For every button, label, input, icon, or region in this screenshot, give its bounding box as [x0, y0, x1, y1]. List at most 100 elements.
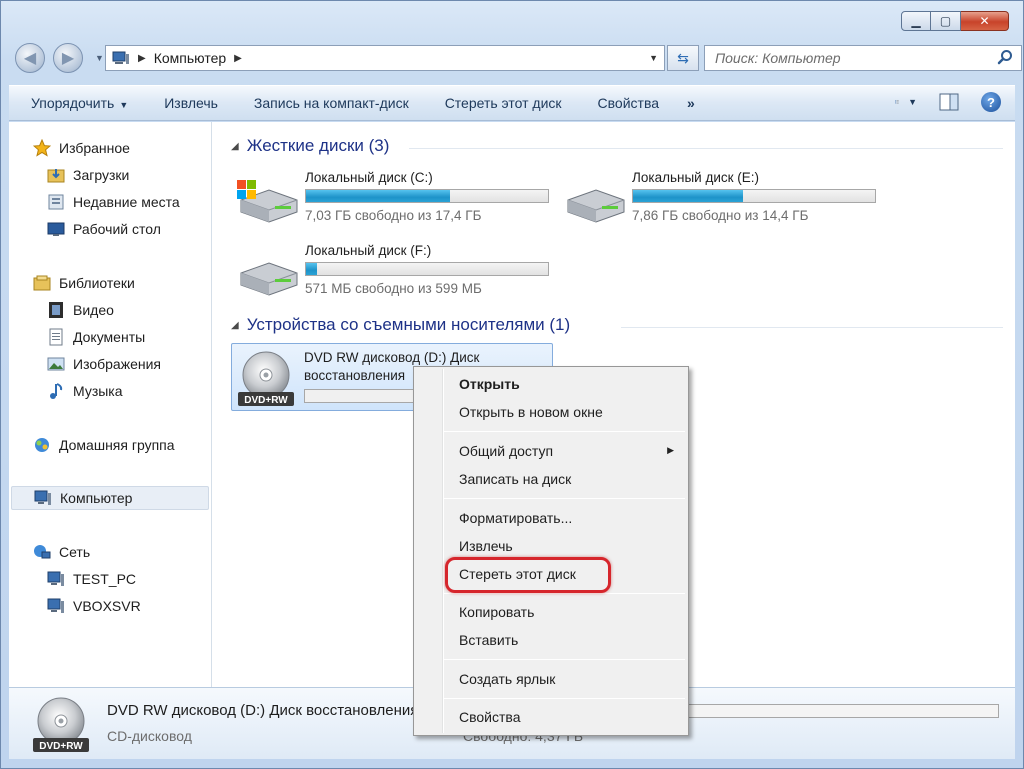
- sidebar-item-images[interactable]: Изображения: [47, 352, 161, 376]
- sidebar-item-test-pc[interactable]: TEST_PC: [47, 567, 136, 591]
- sidebar-item-network[interactable]: Сеть: [33, 540, 90, 564]
- music-icon: [50, 383, 63, 399]
- sidebar-item-desktop[interactable]: Рабочий стол: [47, 217, 161, 241]
- computer-icon: [47, 598, 64, 613]
- burn-cd-button[interactable]: Запись на компакт-диск: [236, 95, 427, 111]
- menu-item-open-new-window[interactable]: Открыть в новом окне: [459, 401, 603, 423]
- star-icon: [33, 139, 51, 157]
- details-title: DVD RW дисковод (D:) Диск восстановления: [107, 702, 419, 719]
- recent-places-icon: [48, 194, 64, 210]
- close-icon: ✕: [979, 14, 990, 28]
- menu-item-paste[interactable]: Вставить: [459, 629, 518, 651]
- sidebar-item-computer[interactable]: Компьютер: [11, 486, 209, 510]
- minimize-button[interactable]: ▁: [901, 11, 931, 31]
- menu-item-eject[interactable]: Извлечь: [459, 535, 513, 557]
- sidebar-item-video[interactable]: Видео: [47, 298, 114, 322]
- sidebar-item-homegroup[interactable]: Домашняя группа: [33, 433, 175, 457]
- properties-button[interactable]: Свойства: [580, 95, 677, 111]
- menu-item-copy[interactable]: Копировать: [459, 601, 534, 623]
- drive-usage-bar: [305, 262, 549, 276]
- search-input[interactable]: [715, 50, 985, 66]
- address-bar[interactable]: ▶ Компьютер ▶ ▼: [105, 45, 665, 71]
- sidebar-label: TEST_PC: [73, 571, 137, 587]
- downloads-folder-icon: [47, 169, 65, 183]
- menu-separator: [444, 431, 685, 432]
- menu-item-open[interactable]: Открыть: [459, 373, 520, 395]
- back-arrow-icon: ◀: [23, 50, 37, 67]
- group-divider: [621, 327, 1003, 328]
- collapse-triangle-icon[interactable]: ◢: [231, 320, 239, 331]
- close-button[interactable]: ✕: [961, 11, 1009, 31]
- sidebar-label: Музыка: [73, 383, 123, 399]
- drive-tile-e[interactable]: Локальный диск (E:) 7,86 ГБ свободно из …: [562, 170, 882, 230]
- menu-item-burn-to-disc[interactable]: Записать на диск: [459, 468, 571, 490]
- refresh-button[interactable]: ⇆: [667, 45, 699, 71]
- documents-icon: [49, 328, 63, 346]
- sidebar-item-music[interactable]: Музыка: [47, 379, 123, 403]
- sidebar-item-libraries[interactable]: Библиотеки: [33, 271, 135, 295]
- drive-tile-c[interactable]: Локальный диск (C:) 7,03 ГБ свободно из …: [235, 170, 555, 230]
- hard-drive-icon: [567, 189, 625, 223]
- sidebar-label: Рабочий стол: [73, 221, 161, 237]
- chevron-down-icon: ▼: [119, 100, 129, 110]
- recent-pages-dropdown[interactable]: ▼: [95, 53, 104, 63]
- dvd-logo-text: DVD+RW: [244, 395, 288, 406]
- search-box[interactable]: [704, 45, 1022, 71]
- drive-tile-f[interactable]: Локальный диск (F:) 571 МБ свободно из 5…: [235, 243, 555, 303]
- change-view-button[interactable]: ▼: [895, 93, 917, 111]
- details-type: CD-дисковод: [107, 728, 192, 744]
- collapse-triangle-icon[interactable]: ◢: [231, 141, 239, 152]
- menu-item-format[interactable]: Форматировать...: [459, 507, 572, 529]
- help-button[interactable]: ?: [981, 92, 1001, 112]
- menu-item-properties[interactable]: Свойства: [459, 706, 520, 728]
- dvd-logo-text: DVD+RW: [39, 741, 83, 752]
- sidebar-item-favorites[interactable]: Избранное: [33, 136, 130, 160]
- organize-button[interactable]: Упорядочить ▼: [9, 95, 146, 111]
- menu-item-create-shortcut[interactable]: Создать ярлык: [459, 668, 555, 690]
- group-header-hard-disks[interactable]: ◢ Жесткие диски (3): [231, 136, 389, 156]
- dvd-name-line1: DVD RW дисковод (D:) Диск: [304, 350, 480, 365]
- sidebar-label: VBOXSVR: [73, 598, 141, 614]
- sidebar-label: Видео: [73, 302, 114, 318]
- details-usage-bar: [681, 704, 999, 718]
- context-menu: Открыть Открыть в новом окне Общий досту…: [413, 366, 689, 736]
- help-icon: ?: [987, 94, 995, 110]
- window-controls: ▁ ▢ ✕: [901, 11, 1009, 31]
- eject-button[interactable]: Извлечь: [146, 95, 236, 111]
- sidebar-label: Библиотеки: [59, 275, 135, 291]
- dvd-disc-icon: DVD+RW: [33, 697, 89, 752]
- erase-disc-button[interactable]: Стереть этот диск: [427, 95, 580, 111]
- menu-item-share[interactable]: Общий доступ: [459, 440, 553, 462]
- drive-usage-bar: [305, 189, 549, 203]
- computer-icon: [34, 490, 51, 505]
- sidebar-label: Домашняя группа: [59, 437, 175, 453]
- sidebar-label: Изображения: [73, 356, 161, 372]
- breadcrumb-computer[interactable]: Компьютер: [154, 50, 226, 66]
- sidebar-item-downloads[interactable]: Загрузки: [47, 163, 129, 187]
- group-header-removable[interactable]: ◢ Устройства со съемными носителями (1): [231, 315, 570, 335]
- dvd-name-line2: восстановления: [304, 368, 406, 383]
- back-button[interactable]: ◀: [15, 43, 45, 73]
- command-bar: Упорядочить ▼ Извлечь Запись на компакт-д…: [9, 85, 1015, 121]
- drive-free-space: 7,86 ГБ свободно из 14,4 ГБ: [632, 208, 809, 223]
- view-details-icon: [895, 100, 899, 104]
- preview-pane-icon[interactable]: [939, 93, 959, 111]
- group-divider: [409, 148, 1003, 149]
- sidebar-item-vboxsvr[interactable]: VBOXSVR: [47, 594, 141, 618]
- images-icon: [47, 357, 65, 371]
- breadcrumb-arrow-icon[interactable]: ▶: [234, 53, 242, 64]
- navigation-pane[interactable]: Избранное Загрузки Недавние места Рабочи…: [9, 122, 212, 687]
- menu-separator: [444, 698, 685, 699]
- sidebar-item-recent-places[interactable]: Недавние места: [47, 190, 180, 214]
- sidebar-label: Документы: [73, 329, 146, 345]
- address-dropdown-icon[interactable]: ▼: [649, 53, 658, 63]
- more-commands-button[interactable]: »: [677, 95, 705, 111]
- maximize-button[interactable]: ▢: [931, 11, 961, 31]
- breadcrumb-arrow-icon[interactable]: ▶: [138, 53, 146, 64]
- drive-name: Локальный диск (C:): [305, 170, 433, 185]
- forward-button[interactable]: ▶: [53, 43, 83, 73]
- sidebar-label: Недавние места: [73, 194, 180, 210]
- search-icon[interactable]: [997, 49, 1013, 65]
- sidebar-item-documents[interactable]: Документы: [47, 325, 145, 349]
- explorer-window: ▁ ▢ ✕ ◀ ▶ ▼ ▶ Компьютер ▶ ▼ ⇆ Поиск: Ком…: [0, 0, 1024, 769]
